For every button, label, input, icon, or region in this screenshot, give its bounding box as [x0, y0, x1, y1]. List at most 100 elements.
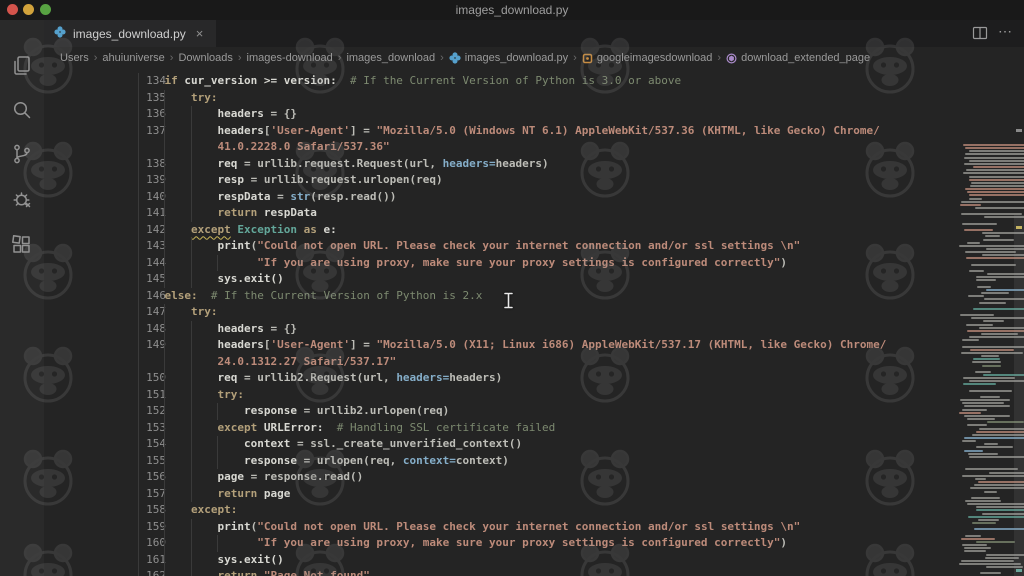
code-line-text: except Exception as e: [190, 222, 337, 236]
code-line-text: except: [190, 503, 238, 516]
window-title: images_download.py [455, 3, 569, 17]
breadcrumb-item-images_download.py[interactable]: images_download.py [449, 52, 568, 64]
code-row[interactable]: 140 respData = str(resp.read()) [44, 188, 915, 206]
code-row[interactable]: 137 headers['User-Agent'] = "Mozilla/5.0… [44, 122, 915, 140]
code-row[interactable]: 148 headers = {} [44, 320, 915, 338]
code-line-text: "If you are using proxy, make sure your … [257, 536, 788, 549]
code-row[interactable]: 156 page = response.read() [44, 469, 915, 486]
code-row[interactable]: 138 req = urllib.request.Request(url, he… [44, 155, 915, 173]
code-row[interactable]: 154 context = ssl._create_unverified_con… [44, 436, 915, 453]
minimap-line [971, 496, 1000, 499]
minimap-line [969, 348, 1015, 351]
code-line-text: req = urllib.request.Request(url, header… [217, 156, 549, 170]
code-row[interactable]: 149 headers['User-Agent'] = "Mozilla/5.0… [44, 337, 915, 354]
code-line-text: 24.0.1312.27 Safari/537.17" [217, 354, 397, 368]
editor-pane[interactable]: 134 if cur_version >= version: # If the … [44, 69, 1024, 576]
code-row[interactable]: 134 if cur_version >= version: # If the … [44, 73, 915, 90]
minimap-line [963, 377, 1016, 380]
code-row[interactable]: 143 print("Could not open URL. Please ch… [44, 238, 915, 255]
minimap-line [965, 323, 994, 326]
tab-images-download-py[interactable]: images_download.py × [44, 20, 216, 47]
breadcrumb-label: Downloads [178, 52, 233, 64]
breadcrumb-item-images-download[interactable]: images-download [247, 52, 333, 64]
minimap-line [968, 270, 984, 272]
code-row[interactable]: 136 headers = {} [44, 106, 915, 123]
activity-bar-source-control-icon[interactable] [10, 142, 34, 166]
minimap-line [961, 402, 1004, 405]
breadcrumb-label: Users [60, 52, 89, 64]
split-editor-button[interactable] [972, 25, 988, 46]
minimap-line [964, 449, 984, 452]
code-row[interactable]: 142 except Exception as e: [44, 221, 915, 239]
code-row[interactable]: 157 return page [44, 485, 915, 503]
code-row[interactable]: 162 return "Page Not found" [44, 568, 915, 576]
code-row[interactable]: 155 response = urlopen(req, context=cont… [44, 452, 915, 470]
minimap-line [980, 333, 1019, 335]
breadcrumb-item-Users[interactable]: Users [60, 52, 89, 64]
activity-bar-search-icon[interactable] [10, 98, 34, 122]
minimap-line [962, 339, 980, 342]
minimap-line [964, 405, 1010, 408]
minimap-line [975, 279, 996, 282]
vscode-window: images_download.py images_download.py × … [0, 0, 1024, 576]
code-row[interactable]: 147 try: [44, 304, 915, 321]
breadcrumb: Users › ahuiuniverse › Downloads › images-down… [44, 47, 1024, 69]
class-icon [582, 53, 593, 64]
breadcrumb-item-googleimagesdownload[interactable]: googleimagesdownload [582, 52, 713, 64]
code-row[interactable]: 141 return respData [44, 205, 915, 222]
scrollbar-thumb[interactable] [1014, 215, 1024, 576]
breadcrumb-label: ahuiuniverse [102, 52, 165, 64]
code-row[interactable]: 159 print("Could not open URL. Please ch… [44, 518, 915, 536]
code-line-text: headers = {} [217, 321, 297, 335]
minimap-line [961, 537, 996, 540]
activity-bar-debug-icon[interactable] [10, 187, 34, 211]
activity-bar-explorer-icon[interactable] [10, 54, 34, 78]
code-row[interactable]: 158 except: [44, 502, 915, 519]
tab-label: images_download.py [73, 26, 186, 41]
code-line-text: if cur_version >= version: # If the Curr… [164, 74, 682, 87]
code-row[interactable]: 161 sys.exit() [44, 551, 915, 569]
code-line-text: context = ssl._create_unverified_context… [243, 437, 523, 450]
minimap-line [977, 285, 992, 288]
minimap-line [984, 443, 998, 446]
minimap-line [983, 490, 997, 493]
minimap-line [959, 562, 1022, 565]
code-row[interactable]: 152 response = urllib2.urlopen(req) [44, 403, 915, 420]
code-row[interactable]: 41.0.2228.0 Safari/537.36" [44, 139, 915, 156]
code-row[interactable]: 153 except URLError: # Handling SSL cert… [44, 419, 915, 437]
minimap-line [974, 370, 992, 373]
code-row[interactable]: 146 else: # If the Current Version of Py… [44, 287, 915, 305]
code-row[interactable]: 144 "If you are using proxy, make sure y… [44, 254, 915, 272]
minimap-line [983, 320, 1004, 323]
code-row[interactable]: 145 sys.exit() [44, 271, 915, 288]
code-line-text: return page [217, 486, 291, 500]
code-line-text: except URLError: # Handling SSL certific… [217, 420, 556, 434]
tab-close-icon[interactable]: × [196, 26, 204, 41]
minimap-line [963, 414, 1011, 417]
activity-bar-extensions-icon[interactable] [10, 233, 34, 257]
chevron-right-icon: › [93, 52, 98, 64]
minimap-line [974, 477, 986, 480]
code-row[interactable]: 160 "If you are using proxy, make sure y… [44, 535, 915, 552]
breadcrumb-item-images_download[interactable]: images_download [346, 52, 435, 64]
minimap-line [967, 424, 987, 427]
minimap-line [979, 301, 1007, 304]
code-row[interactable]: 151 try: [44, 386, 915, 404]
code-row[interactable]: 150 req = urllib2.Request(url, headers=h… [44, 370, 915, 387]
code-row[interactable]: 24.0.1312.27 Safari/537.17" [44, 353, 915, 371]
code-row[interactable]: 139 resp = urllib.request.urlopen(req) [44, 172, 915, 189]
breadcrumb-item-Downloads[interactable]: Downloads [178, 52, 232, 64]
method-icon [726, 52, 737, 64]
chevron-right-icon: › [337, 52, 342, 64]
minimap-line [968, 389, 1012, 392]
breadcrumb-label: googleimagesdownload [596, 52, 713, 64]
minimap-line [981, 364, 1002, 367]
chevron-right-icon: › [440, 52, 444, 64]
more-actions-button[interactable]: ⋯ [998, 23, 1012, 40]
code-line-text: try: [217, 387, 244, 401]
code-line-text: page = response.read() [217, 470, 364, 483]
code-row[interactable]: 135 try: [44, 89, 915, 107]
chevron-right-icon: › [169, 52, 174, 64]
breadcrumb-item-ahuiuniverse[interactable]: ahuiuniverse [102, 52, 164, 64]
breadcrumb-item-download_extended_page[interactable]: download_extended_page [726, 52, 870, 64]
